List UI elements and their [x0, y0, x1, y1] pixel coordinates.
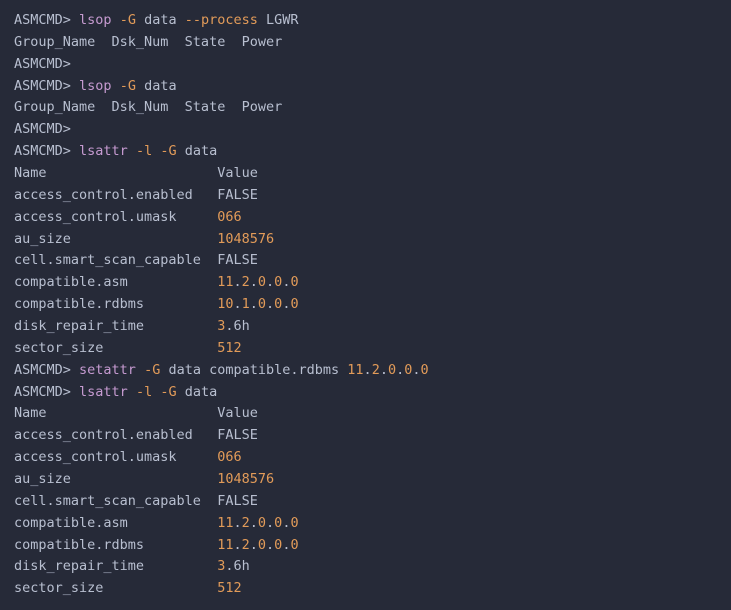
attr-row: compatible.rdbms 10.1.0.0.0	[14, 294, 717, 316]
prompt-line[interactable]: ASMCMD>	[14, 54, 717, 76]
attr-row: access_control.enabled FALSE	[14, 185, 717, 207]
attr-row: au_size 1048576	[14, 469, 717, 491]
prompt-line[interactable]: ASMCMD> lsop -G data --process LGWR	[14, 10, 717, 32]
attr-row: cell.smart_scan_capable FALSE	[14, 491, 717, 513]
attr-row: disk_repair_time 3.6h	[14, 556, 717, 578]
prompt-line[interactable]: ASMCMD> lsop -G data	[14, 76, 717, 98]
terminal-output: ASMCMD> lsop -G data --process LGWRGroup…	[14, 10, 717, 600]
attr-row: disk_repair_time 3.6h	[14, 316, 717, 338]
attr-row: cell.smart_scan_capable FALSE	[14, 250, 717, 272]
prompt-line[interactable]: ASMCMD> setattr -G data compatible.rdbms…	[14, 360, 717, 382]
lsop-header: Group_Name Dsk_Num State Power	[14, 97, 717, 119]
attr-row: sector_size 512	[14, 338, 717, 360]
attr-row: access_control.umask 066	[14, 207, 717, 229]
attr-header: Name Value	[14, 403, 717, 425]
attr-row: compatible.asm 11.2.0.0.0	[14, 272, 717, 294]
attr-row: access_control.umask 066	[14, 447, 717, 469]
prompt-line[interactable]: ASMCMD> lsattr -l -G data	[14, 141, 717, 163]
attr-row: compatible.rdbms 11.2.0.0.0	[14, 535, 717, 557]
attr-row: au_size 1048576	[14, 229, 717, 251]
attr-header: Name Value	[14, 163, 717, 185]
lsop-header: Group_Name Dsk_Num State Power	[14, 32, 717, 54]
prompt-line[interactable]: ASMCMD> lsattr -l -G data	[14, 382, 717, 404]
prompt-line[interactable]: ASMCMD>	[14, 119, 717, 141]
attr-row: compatible.asm 11.2.0.0.0	[14, 513, 717, 535]
attr-row: access_control.enabled FALSE	[14, 425, 717, 447]
attr-row: sector_size 512	[14, 578, 717, 600]
